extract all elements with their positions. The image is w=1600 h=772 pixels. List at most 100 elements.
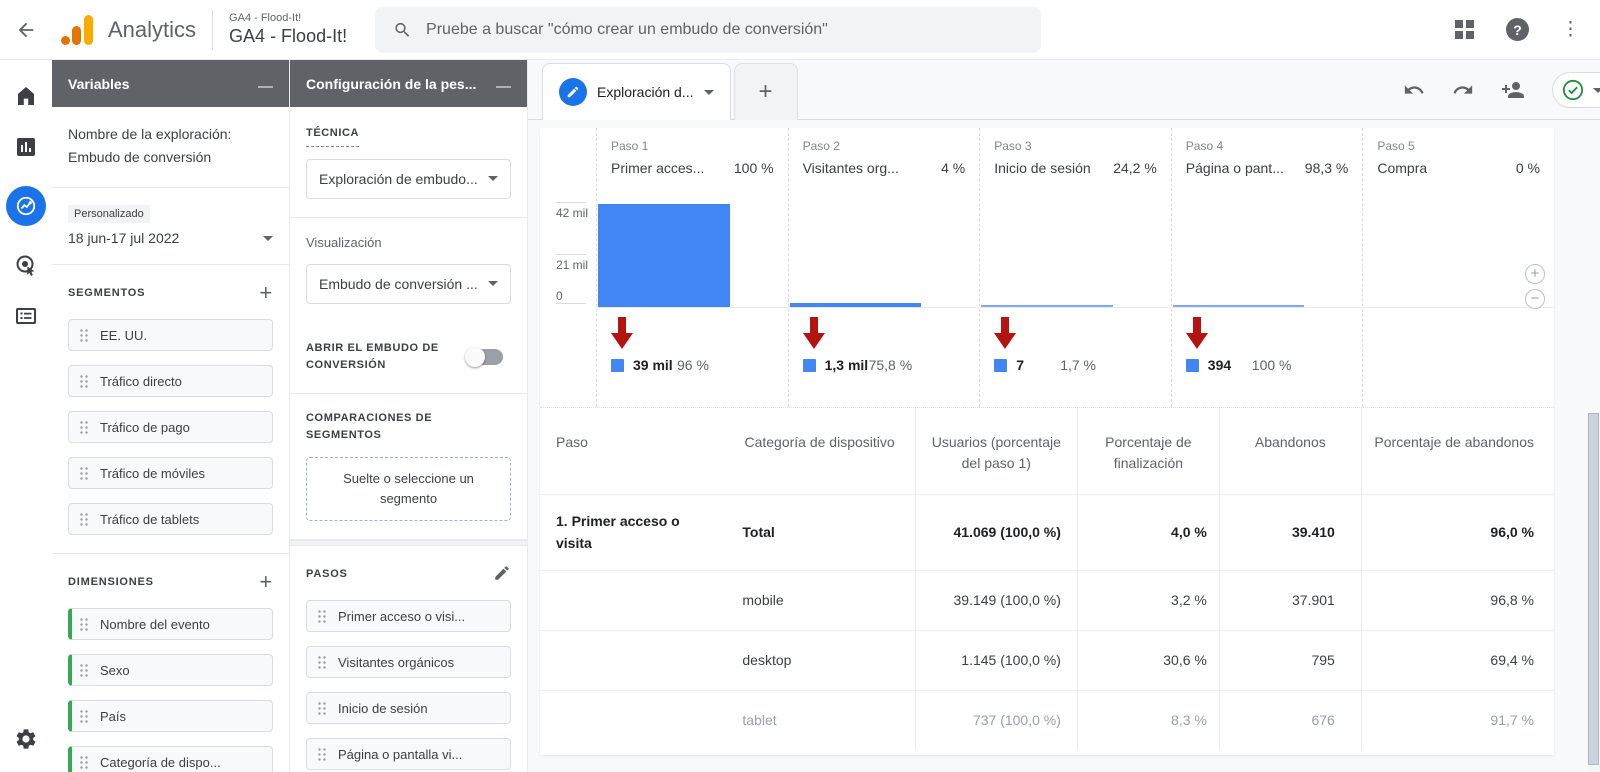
abandon-legend: 39 mil 96 % [611, 357, 788, 375]
share-button[interactable] [1501, 78, 1525, 102]
vertical-scrollbar[interactable] [1587, 413, 1600, 772]
y-tick: 21 mil [556, 254, 588, 272]
funnel-table: Paso Categoría de dispositivo Usuarios (… [540, 408, 1554, 750]
saved-status-button[interactable] [1552, 72, 1600, 108]
drag-handle-icon [317, 608, 327, 624]
drag-handle-icon [79, 511, 89, 527]
step-header: Paso 5 Compra 0 % [1377, 139, 1540, 176]
add-segment-icon[interactable]: + [259, 282, 273, 304]
drag-handle-icon [79, 465, 89, 481]
more-options-icon[interactable]: ⋮ [1561, 20, 1580, 39]
sidebar-item-home[interactable] [14, 84, 38, 108]
visualization-select[interactable]: Embudo de conversión ... [306, 263, 511, 304]
dimensions-label: DIMENSIONES [68, 576, 154, 589]
sidebar-item-library[interactable] [14, 304, 38, 328]
dimension-chip[interactable]: País [68, 700, 273, 733]
dimension-chip[interactable]: Categoría de dispo... [68, 746, 273, 772]
edit-steps-icon[interactable] [493, 564, 511, 585]
technique-value: Exploración de embudo... [319, 170, 478, 187]
step-abandon: 394 100 % [1172, 308, 1363, 407]
drag-handle-icon [79, 616, 89, 632]
drag-handle-icon [79, 327, 89, 343]
tab-label: Exploración d... [597, 84, 694, 100]
step-rate: 0 % [1515, 160, 1540, 176]
step-chip[interactable]: Visitantes orgánicos [306, 646, 511, 679]
help-icon[interactable]: ? [1506, 18, 1529, 41]
segment-chip[interactable]: EE. UU. [68, 319, 273, 352]
technique-select[interactable]: Exploración de embudo... [306, 158, 511, 199]
date-range-section: Personalizado 18 jun-17 jul 2022 [52, 188, 289, 266]
exploration-name-label: Nombre de la exploración: [68, 126, 232, 142]
property-selector[interactable]: GA4 - Flood-It! GA4 - Flood-It! [229, 12, 347, 47]
top-app-bar: Analytics GA4 - Flood-It! GA4 - Flood-It… [0, 0, 1600, 60]
scrollbar-thumb[interactable] [1588, 413, 1599, 765]
explore-icon [16, 196, 36, 216]
variables-title: Variables [68, 75, 130, 92]
divider [212, 9, 214, 50]
exploration-name-value[interactable]: Embudo de conversión [68, 146, 273, 169]
step-chip[interactable]: Página o pantalla vi... [306, 738, 511, 771]
undo-button[interactable] [1403, 79, 1425, 101]
col-paso: Paso [556, 434, 588, 450]
step-chip[interactable]: Primer acceso o visi... [306, 600, 511, 633]
funnel-bar[interactable] [598, 204, 730, 307]
funnel-bar[interactable] [789, 303, 922, 307]
drag-handle-icon [317, 746, 327, 762]
analytics-logo[interactable]: Analytics [52, 14, 197, 45]
search-icon [395, 22, 410, 37]
person-add-icon [1502, 82, 1524, 98]
technique-section: TÉCNICA Exploración de embudo... [290, 107, 527, 218]
settings-title: Configuración de la pes... [306, 75, 477, 92]
step-header: Paso 3 Inicio de sesión 24,2 % [994, 139, 1157, 176]
abandon-arrow-icon [1185, 317, 1208, 349]
back-button[interactable] [0, 19, 52, 41]
segment-comparisons-label: COMPARACIONES DE SEGMENTOS [306, 411, 433, 442]
visualization-section: Visualización Embudo de conversión ... A… [290, 218, 527, 394]
date-range-selector[interactable]: 18 jun-17 jul 2022 [68, 230, 273, 246]
variables-panel: Variables — Nombre de la exploración: Em… [52, 60, 290, 772]
minimize-icon[interactable]: — [496, 78, 511, 95]
step-chip[interactable]: Inicio de sesión [306, 692, 511, 725]
dimension-chip[interactable]: Sexo [68, 654, 273, 687]
table-header-row: Paso Categoría de dispositivo Usuarios (… [540, 408, 1554, 494]
col-users: Usuarios (porcentaje del paso 1) [914, 408, 1078, 494]
library-icon [16, 308, 36, 324]
segment-chip[interactable]: Tráfico de tablets [68, 503, 273, 536]
sidebar-item-explore-active[interactable] [6, 186, 46, 226]
chevron-down-icon [488, 281, 498, 287]
tab-settings-panel: Configuración de la pes... — TÉCNICA Exp… [290, 60, 528, 772]
step-abandon: 7 1,7 % [980, 308, 1171, 407]
funnel-bar[interactable] [981, 305, 1113, 307]
search-input[interactable] [426, 20, 1024, 39]
search-bar[interactable] [375, 6, 1042, 53]
dimension-chip[interactable]: Nombre del evento [68, 608, 273, 641]
zoom-in-button[interactable]: + [1525, 264, 1545, 284]
minimize-icon[interactable]: — [258, 78, 273, 95]
segment-chip[interactable]: Tráfico de pago [68, 411, 273, 444]
zoom-out-button[interactable]: − [1525, 289, 1545, 309]
tab-exploration[interactable]: Exploración d... [542, 63, 731, 120]
sidebar-item-advertising[interactable] [14, 253, 38, 277]
funnel-bar[interactable] [1172, 305, 1305, 307]
sidebar-item-reports[interactable] [14, 135, 38, 159]
segment-dropzone[interactable]: Suelte o seleccione un segmento [306, 456, 511, 522]
segment-chip[interactable]: Tráfico de móviles [68, 457, 273, 490]
new-tab-button[interactable]: + [733, 63, 798, 120]
step-name: Inicio de sesión [994, 160, 1091, 176]
date-range-value: 18 jun-17 jul 2022 [68, 230, 180, 247]
undo-icon [1404, 85, 1424, 94]
sidebar-item-admin[interactable] [14, 727, 38, 756]
step-name: Compra [1377, 160, 1428, 176]
redo-button[interactable] [1452, 79, 1474, 101]
funnel-step-1: Paso 1 Primer acces... 100 % 39 mil 96 % [596, 128, 788, 407]
segment-chip[interactable]: Tráfico directo [68, 365, 273, 398]
drag-handle-icon [79, 708, 89, 724]
add-dimension-icon[interactable]: + [259, 571, 273, 593]
apps-grid-icon[interactable] [1455, 20, 1474, 39]
app-name: Analytics [108, 16, 197, 42]
open-funnel-toggle[interactable] [465, 347, 503, 368]
canvas-actions [1403, 60, 1600, 120]
drag-handle-icon [79, 662, 89, 678]
segments-label: SEGMENTOS [68, 287, 146, 300]
advertising-icon [16, 255, 35, 276]
